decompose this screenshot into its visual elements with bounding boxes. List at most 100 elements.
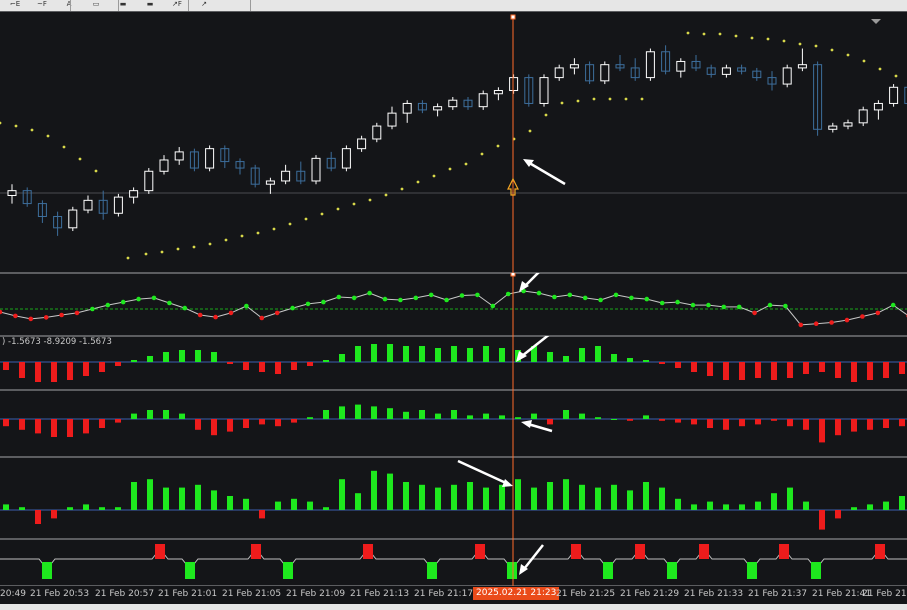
price-pane[interactable]	[0, 11, 907, 273]
histogram-bar	[515, 479, 521, 510]
histogram-chart-2[interactable]	[0, 390, 907, 457]
histogram-bar	[659, 419, 665, 421]
buy-signal-marker	[283, 562, 293, 579]
histogram-bar	[259, 419, 265, 425]
histogram-bar	[899, 496, 905, 510]
candle-body	[478, 93, 488, 108]
oscillator-point	[120, 299, 126, 305]
histogram-bar	[211, 419, 217, 436]
histogram-bar	[371, 470, 377, 510]
histogram-bar	[115, 419, 121, 423]
histogram-bar	[547, 482, 553, 510]
histogram-pane-2[interactable]	[0, 390, 907, 457]
histogram-bar	[323, 410, 329, 419]
oscillator-point	[43, 315, 49, 320]
signal-chart[interactable]	[0, 539, 907, 586]
sell-signal-marker	[779, 544, 789, 559]
oscillator-point	[28, 316, 34, 322]
histogram-chart-3[interactable]	[0, 457, 907, 539]
candle-body	[721, 67, 731, 75]
label-icon[interactable]: ▭	[89, 0, 103, 10]
parabolic-sar-dot	[608, 97, 612, 101]
candlestick-chart[interactable]	[0, 11, 907, 273]
parabolic-sar-dot	[94, 169, 98, 173]
histogram-bar	[467, 482, 473, 510]
time-axis-label: 21 Feb 21:25	[556, 589, 616, 599]
oscillator-point	[367, 290, 372, 296]
parabolic-sar-dot	[30, 128, 34, 132]
histogram-pane-3[interactable]	[0, 457, 907, 539]
histogram-pane-1[interactable]: ) -1.5673 -8.9209 -1.5673	[0, 336, 907, 390]
oscillator-line-segment	[600, 294, 617, 301]
oscillator-line-segment	[323, 296, 339, 303]
histogram-bar	[35, 362, 41, 382]
histogram-bar	[403, 411, 409, 419]
histogram-bar	[195, 484, 201, 510]
signal-pane[interactable]	[0, 539, 907, 586]
oscillator-point	[598, 297, 603, 303]
annotation-arrow-icon	[521, 336, 550, 357]
time-axis-label: 21 Feb 21:13	[350, 589, 410, 599]
candle-body	[433, 106, 443, 111]
oscillator-line-segment	[30, 316, 47, 320]
histogram-bar	[307, 417, 313, 419]
rectangle-icon[interactable]: ▬	[143, 0, 157, 10]
chart-tool-icon[interactable]: ⌐E	[8, 0, 22, 10]
crosshair-handle[interactable]	[510, 273, 516, 277]
oscillator-line-segment	[92, 304, 108, 310]
oscillator-line-segment	[800, 323, 817, 326]
oscillator-line-segment	[538, 292, 555, 298]
parabolic-sar-dot	[304, 217, 308, 221]
histogram-bar	[691, 419, 697, 425]
histogram-bar	[675, 419, 681, 423]
histogram-bar	[595, 487, 601, 510]
oscillator-pane[interactable]	[0, 273, 907, 336]
fibonacci-icon[interactable]: ↗F	[170, 0, 184, 10]
buy-signal-marker	[811, 562, 821, 579]
histogram-bar	[131, 482, 137, 510]
histogram-bar	[371, 406, 377, 419]
histogram-bar	[899, 419, 905, 427]
buy-signal-marker	[747, 562, 757, 579]
crosshair-handle[interactable]	[510, 14, 516, 20]
oscillator-line-segment	[230, 305, 247, 314]
text-icon[interactable]: A	[62, 0, 76, 10]
annotation-arrow-icon	[525, 159, 566, 186]
chart-tool-icon[interactable]: ~F	[35, 0, 49, 10]
histogram-bar	[851, 507, 857, 510]
histogram-chart-1[interactable]	[0, 336, 907, 390]
histogram-bar	[851, 419, 857, 432]
oscillator-point	[813, 321, 819, 326]
oscillator-point	[382, 296, 388, 302]
parabolic-sar-dot	[894, 74, 898, 78]
histogram-bar	[675, 498, 681, 510]
oscillator-line-segment	[523, 290, 540, 294]
time-axis-label: 21 Feb 20:53	[30, 589, 90, 599]
parabolic-sar-dot	[224, 238, 228, 242]
toolbar-separator	[118, 0, 119, 11]
parabolic-sar-dot	[320, 212, 324, 216]
parabolic-sar-dot	[624, 97, 628, 101]
oscillator-point	[136, 296, 141, 302]
annotation-arrow-icon	[523, 273, 540, 288]
histogram-bar	[723, 419, 729, 430]
sell-signal-marker	[875, 544, 885, 559]
chart-area[interactable]: ) -1.5673 -8.9209 -1.5673	[0, 11, 907, 586]
parabolic-sar-dot	[878, 67, 882, 71]
oscillator-point	[274, 310, 280, 316]
histogram-bar	[563, 356, 569, 362]
oscillator-point	[567, 292, 573, 298]
histogram-bar	[35, 419, 41, 434]
arrow-icon[interactable]: ↗	[197, 0, 211, 10]
oscillator-point	[428, 292, 434, 298]
histogram-bar	[163, 487, 169, 510]
histogram-bar	[803, 501, 809, 510]
histogram-bar	[419, 346, 425, 362]
candle-body	[554, 67, 564, 79]
oscillator-chart[interactable]	[0, 273, 907, 336]
sell-signal-marker	[251, 544, 261, 559]
oscillator-line-segment	[384, 298, 401, 301]
histogram-bar	[483, 346, 489, 362]
histogram-bar	[499, 484, 505, 510]
candle-body	[372, 125, 382, 140]
